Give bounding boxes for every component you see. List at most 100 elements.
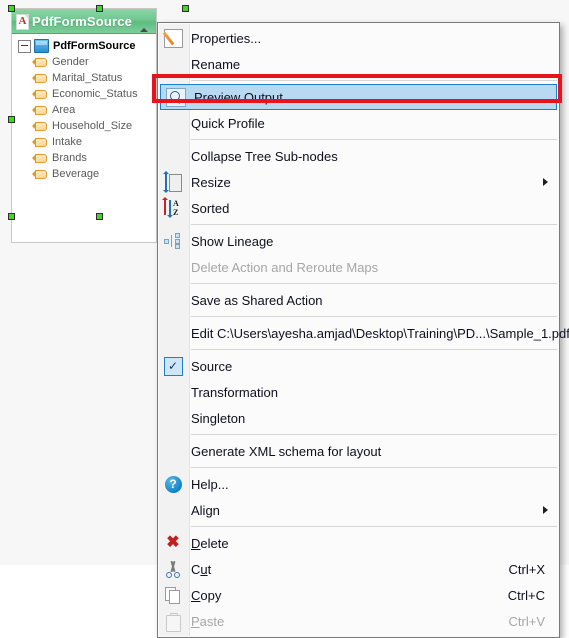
menu-item-shortcut: Ctrl+V bbox=[508, 613, 545, 629]
preview-magnifier-icon bbox=[161, 84, 191, 110]
menu-item-paste: Paste Ctrl+V bbox=[158, 608, 559, 634]
menu-separator bbox=[191, 316, 557, 317]
chevron-right-icon bbox=[543, 506, 548, 514]
checkbox-checked-icon[interactable]: ✓ bbox=[158, 353, 188, 379]
lineage-icon bbox=[158, 228, 188, 254]
resize-handle-middle-left[interactable] bbox=[8, 116, 15, 123]
menu-separator bbox=[191, 349, 557, 350]
field-tag-icon bbox=[32, 105, 47, 115]
resize-handle-top-right[interactable] bbox=[182, 5, 189, 12]
menu-item-delete[interactable]: ✖ Delete bbox=[158, 530, 559, 556]
blue-object-icon bbox=[34, 39, 49, 53]
menu-item-no-icon bbox=[158, 497, 188, 523]
resize-handle-top-center[interactable] bbox=[96, 5, 103, 12]
field-tag-icon bbox=[32, 57, 47, 67]
field-tag-icon bbox=[32, 89, 47, 99]
menu-item-label: Delete Action and Reroute Maps bbox=[191, 259, 379, 275]
pdf-file-icon: A bbox=[16, 13, 29, 30]
delete-glyph: ✖ bbox=[166, 534, 180, 551]
menu-item-label: Show Lineage bbox=[191, 233, 274, 249]
help-glyph: ? bbox=[164, 475, 182, 493]
sort-az-icon: AZ bbox=[158, 195, 188, 221]
menu-item-no-icon bbox=[158, 143, 188, 169]
tree-field-label: Economic_Status bbox=[52, 88, 138, 100]
field-tag-icon bbox=[32, 121, 47, 131]
resize-icon bbox=[158, 169, 188, 195]
menu-item-quick-profile[interactable]: Quick Profile bbox=[158, 110, 559, 136]
tree-field-row[interactable]: Intake bbox=[18, 134, 156, 150]
tree-field-label: Brands bbox=[52, 152, 87, 164]
menu-item-align[interactable]: Align bbox=[158, 497, 559, 523]
cut-scissors-icon bbox=[158, 556, 188, 582]
tree-field-row[interactable]: Area bbox=[18, 102, 156, 118]
menu-item-singleton[interactable]: Singleton bbox=[158, 405, 559, 431]
tree-field-row[interactable]: Household_Size bbox=[18, 118, 156, 134]
checkmark-glyph: ✓ bbox=[163, 356, 183, 376]
menu-item-shortcut: Ctrl+X bbox=[508, 561, 545, 577]
menu-item-help[interactable]: ? Help... bbox=[158, 471, 559, 497]
menu-item-collapse-tree-subnodes[interactable]: Collapse Tree Sub-nodes bbox=[158, 143, 559, 169]
menu-item-delete-action-reroute-maps: Delete Action and Reroute Maps bbox=[158, 254, 559, 280]
tree-root-row[interactable]: PdfFormSource bbox=[18, 38, 156, 54]
tree-field-row[interactable]: Brands bbox=[18, 150, 156, 166]
menu-item-label: Source bbox=[191, 358, 233, 374]
triangle-up-icon[interactable] bbox=[140, 28, 148, 32]
resize-handle-top-left[interactable] bbox=[8, 5, 15, 12]
menu-item-save-as-shared-action[interactable]: Save as Shared Action bbox=[158, 287, 559, 313]
menu-item-copy[interactable]: Copy Ctrl+C bbox=[158, 582, 559, 608]
menu-item-label: Preview Output bbox=[194, 89, 283, 105]
menu-item-no-icon bbox=[158, 405, 188, 431]
resize-handle-bottom-center[interactable] bbox=[96, 213, 103, 220]
context-menu[interactable]: Properties... Rename Preview Output Quic… bbox=[157, 22, 569, 638]
menu-item-show-lineage[interactable]: Show Lineage bbox=[158, 228, 559, 254]
tree-field-label: Beverage bbox=[52, 168, 100, 180]
menu-item-label: Transformation bbox=[191, 384, 278, 400]
menu-separator bbox=[191, 80, 557, 81]
menu-item-label: Generate XML schema for layout bbox=[191, 443, 382, 459]
tree-field-row[interactable]: Gender bbox=[18, 54, 156, 70]
menu-item-label: Help... bbox=[191, 476, 229, 492]
field-tag-icon bbox=[32, 169, 47, 179]
paste-clipboard-icon bbox=[158, 608, 188, 634]
menu-separator bbox=[191, 434, 557, 435]
tree-field-row[interactable]: Economic_Status bbox=[18, 86, 156, 102]
node-title-label: PdfFormSource bbox=[32, 13, 133, 29]
menu-item-resize[interactable]: Resize bbox=[158, 169, 559, 195]
tree-field-row[interactable]: Marital_Status bbox=[18, 70, 156, 86]
minus-expander-icon[interactable] bbox=[18, 39, 31, 53]
menu-item-label: Cut bbox=[191, 561, 212, 577]
menu-item-no-icon bbox=[158, 379, 188, 405]
menu-item-transformation[interactable]: Transformation bbox=[158, 379, 559, 405]
menu-item-label: Collapse Tree Sub-nodes bbox=[191, 148, 338, 164]
menu-item-edit-file[interactable]: Edit C:\Users\ayesha.amjad\Desktop\Train… bbox=[158, 320, 569, 346]
menu-item-generate-xml-schema[interactable]: Generate XML schema for layout bbox=[158, 438, 559, 464]
pdfformsource-node[interactable]: A PdfFormSource PdfFormSource Gender Mar… bbox=[11, 8, 157, 243]
menu-item-label: Save as Shared Action bbox=[191, 292, 323, 308]
menu-item-no-icon bbox=[158, 438, 188, 464]
tree-field-label: Marital_Status bbox=[52, 72, 123, 84]
menu-item-label: Copy bbox=[191, 587, 222, 603]
design-canvas[interactable]: A PdfFormSource PdfFormSource Gender Mar… bbox=[0, 0, 569, 638]
menu-item-properties[interactable]: Properties... bbox=[158, 25, 559, 51]
menu-item-no-icon bbox=[158, 51, 188, 77]
menu-item-rename[interactable]: Rename bbox=[158, 51, 559, 77]
delete-x-icon: ✖ bbox=[158, 530, 188, 556]
node-title-bar[interactable]: A PdfFormSource bbox=[12, 9, 156, 34]
menu-item-preview-output[interactable]: Preview Output bbox=[160, 84, 557, 110]
menu-item-source[interactable]: ✓ Source bbox=[158, 353, 559, 379]
menu-item-sorted[interactable]: AZ Sorted bbox=[158, 195, 559, 221]
resize-handle-bottom-left[interactable] bbox=[8, 213, 15, 220]
field-tag-icon bbox=[32, 73, 47, 83]
node-field-tree[interactable]: PdfFormSource Gender Marital_Status Econ… bbox=[12, 34, 156, 242]
menu-item-label: Paste bbox=[191, 613, 225, 629]
menu-item-shortcut: Ctrl+C bbox=[507, 587, 545, 603]
tree-field-label: Area bbox=[52, 104, 76, 116]
help-icon: ? bbox=[158, 471, 188, 497]
menu-item-label: Rename bbox=[191, 56, 241, 72]
tree-field-row[interactable]: Beverage bbox=[18, 166, 156, 182]
menu-item-label: Delete bbox=[191, 535, 229, 551]
menu-item-label: Align bbox=[191, 502, 220, 518]
menu-item-cut[interactable]: Cut Ctrl+X bbox=[158, 556, 559, 582]
menu-item-label: Quick Profile bbox=[191, 115, 265, 131]
menu-item-no-icon bbox=[158, 254, 188, 280]
